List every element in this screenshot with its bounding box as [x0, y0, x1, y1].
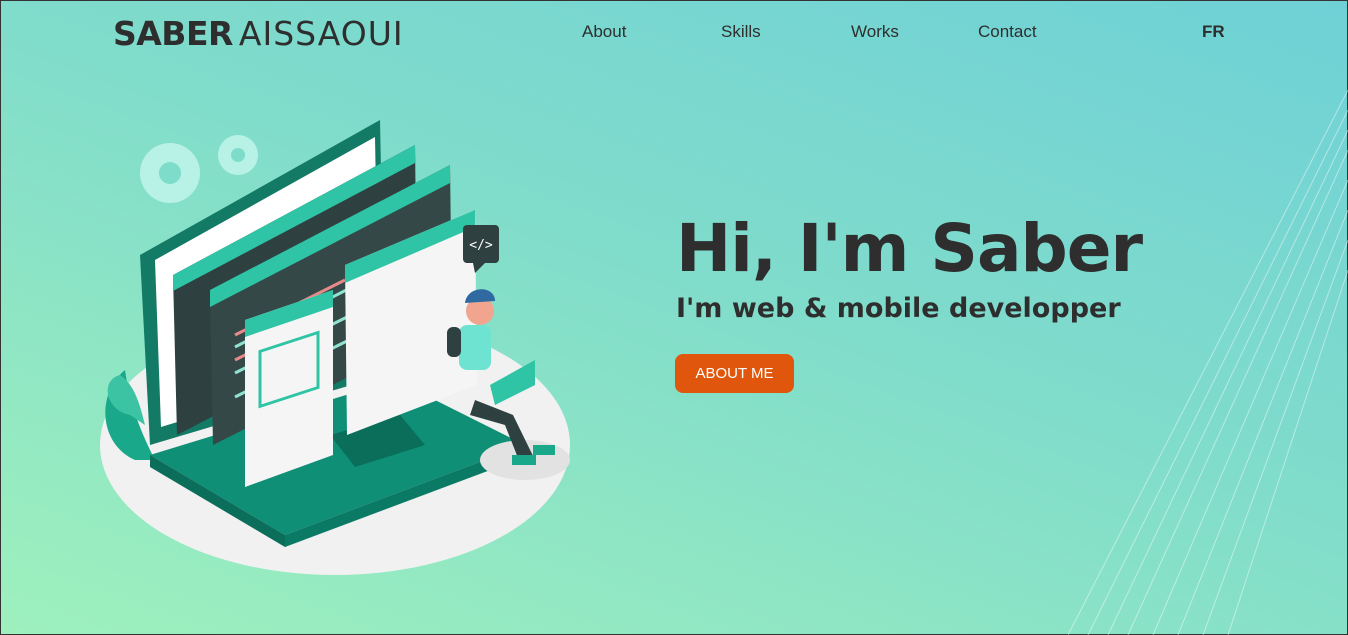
brand-logo[interactable]: SABER AISSAOUI	[113, 14, 404, 53]
nav-link-contact[interactable]: Contact	[978, 22, 1037, 42]
hero-text: Hi, I'm Saber I'm web & mobile developpe…	[676, 210, 1143, 324]
developer-illustration: </>	[100, 120, 570, 575]
site-header: SABER AISSAOUI About Skills Works Contact…	[0, 0, 1348, 68]
brand-first-name: SABER	[113, 14, 233, 53]
nav-link-works[interactable]: Works	[851, 22, 899, 42]
hero-subtitle: I'm web & mobile developper	[676, 293, 1121, 324]
brand-last-name: AISSAOUI	[238, 14, 404, 53]
about-me-button[interactable]: ABOUT ME	[675, 354, 794, 393]
gear-icon	[140, 135, 258, 203]
hero-title: Hi, I'm Saber	[676, 210, 1143, 287]
code-badge-text: </>	[469, 238, 493, 253]
nav-link-about[interactable]: About	[582, 22, 626, 42]
nav-link-skills[interactable]: Skills	[721, 22, 761, 42]
language-switch[interactable]: FR	[1202, 22, 1225, 42]
